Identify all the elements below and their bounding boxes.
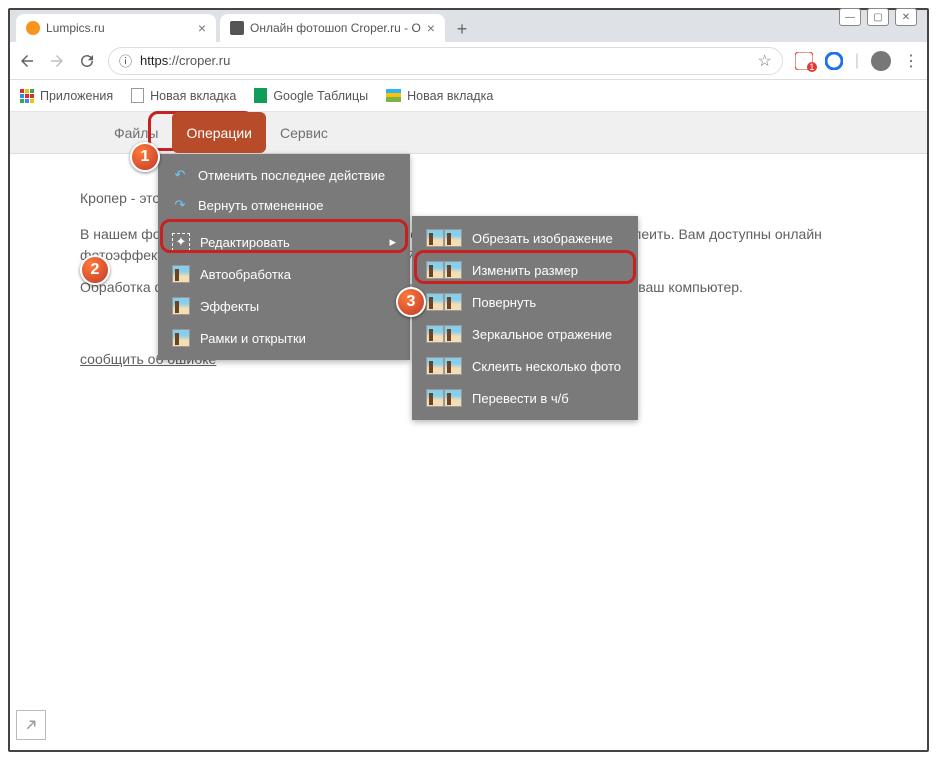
operations-menu: ↶ Отменить последнее действие ↷ Вернуть … [158,154,410,360]
bookmark-star-icon[interactable]: ☆ [758,51,772,71]
bookmark-sheets[interactable]: Google Таблицы [254,88,368,103]
thumb-icon [172,297,190,315]
tab-title: Онлайн фотошоп Croper.ru - О [250,21,421,35]
step-marker-3: 3 [396,287,426,317]
favicon-icon [230,21,244,35]
bookmark-new-tab-2[interactable]: Новая вкладка [386,89,493,103]
thumb-pair-icon [426,389,462,407]
step-marker-2: 2 [80,255,110,285]
edit-submenu: Обрезать изображение Изменить размер Пов… [412,216,638,420]
submenu-bw[interactable]: Перевести в ч/б [412,382,638,414]
undo-icon: ↶ [172,167,188,183]
url-text: https://croper.ru [140,53,749,68]
tab-croper[interactable]: Онлайн фотошоп Croper.ru - О × [220,14,445,42]
forward-button[interactable] [48,52,66,70]
reload-button[interactable] [78,52,96,70]
tab-title: Lumpics.ru [46,21,105,35]
bookmark-new-tab[interactable]: Новая вкладка [131,88,236,103]
apps-shortcut[interactable]: Приложения [20,89,113,103]
menu-label: Рамки и открытки [200,331,306,346]
window-controls: — ▢ ✕ [839,8,917,26]
new-tab-button[interactable]: + [449,16,475,42]
step-marker-1: 1 [130,142,160,172]
menu-redo[interactable]: ↷ Вернуть отмененное [158,190,410,220]
site-info-icon[interactable]: ⓘ [119,51,132,70]
back-button[interactable] [18,52,36,70]
nav-bar: ⓘ https://croper.ru ☆ 1 | ⋮ [10,42,927,80]
menu-icon[interactable]: ⋮ [903,51,919,71]
maximize-button[interactable]: ▢ [867,8,889,26]
close-window-button[interactable]: ✕ [895,8,917,26]
browser-window: — ▢ ✕ Lumpics.ru × Онлайн фотошоп Croper… [8,8,929,752]
menu-undo[interactable]: ↶ Отменить последнее действие [158,160,410,190]
adblock-icon[interactable]: 1 [795,52,813,70]
image-icon [386,89,401,102]
thumb-pair-icon [426,325,462,343]
highlight-box-3 [414,250,636,284]
extension-icon[interactable] [825,52,843,70]
minimize-button[interactable]: — [839,8,861,26]
apps-grid-icon [20,89,34,103]
nav-service[interactable]: Сервис [266,112,342,153]
menu-label: Склеить несколько фото [472,359,621,374]
submenu-mirror[interactable]: Зеркальное отражение [412,318,638,350]
thumb-pair-icon [426,229,462,247]
bookmark-label: Новая вкладка [150,89,236,103]
toolbar-right: 1 | ⋮ [795,51,919,71]
menu-label: Обрезать изображение [472,231,613,246]
menu-auto[interactable]: Автообработка [158,258,410,290]
submenu-rotate[interactable]: Повернуть [412,286,638,318]
close-tab-icon[interactable]: × [198,20,206,36]
thumb-pair-icon [426,293,462,311]
submenu-merge[interactable]: Склеить несколько фото [412,350,638,382]
menu-label: Перевести в ч/б [472,391,569,406]
menu-label: Эффекты [200,299,259,314]
sheets-icon [254,88,267,103]
profile-avatar[interactable] [871,51,891,71]
bookmark-label: Приложения [40,89,113,103]
separator: | [855,52,859,70]
bookmark-label: Google Таблицы [273,89,368,103]
nav-operations[interactable]: Операции [172,112,266,153]
page-content: Файлы Операции Сервис Кропер - это онлай… [10,112,927,390]
tab-lumpics[interactable]: Lumpics.ru × [16,14,216,42]
menu-frames[interactable]: Рамки и открытки [158,322,410,354]
redo-icon: ↷ [172,197,188,213]
menu-label: Отменить последнее действие [198,168,385,183]
page-icon [131,88,144,103]
tabs-bar: Lumpics.ru × Онлайн фотошоп Croper.ru - … [10,10,927,42]
thumb-icon [172,265,190,283]
thumb-pair-icon [426,357,462,375]
bookmark-label: Новая вкладка [407,89,493,103]
menu-label: Зеркальное отражение [472,327,612,342]
menu-label: Повернуть [472,295,536,310]
address-bar[interactable]: ⓘ https://croper.ru ☆ [108,47,783,75]
menu-label: Вернуть отмененное [198,198,323,213]
close-tab-icon[interactable]: × [427,20,435,36]
corner-link-icon[interactable] [16,710,46,740]
highlight-box-2 [160,219,408,253]
menu-effects[interactable]: Эффекты [158,290,410,322]
bookmarks-bar: Приложения Новая вкладка Google Таблицы … [10,80,927,112]
favicon-icon [26,21,40,35]
menu-label: Автообработка [200,267,291,282]
thumb-icon [172,329,190,347]
